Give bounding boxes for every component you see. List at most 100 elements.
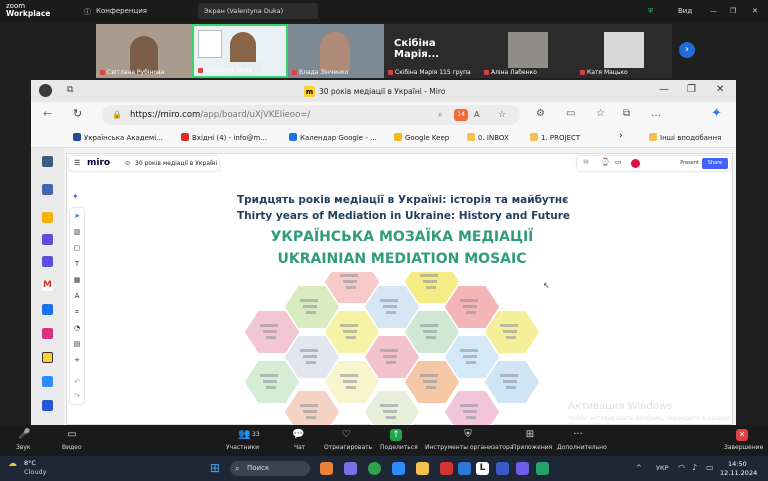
video-tile[interactable]: Аліна Лабенко xyxy=(480,24,576,78)
sidebar-app-icon[interactable] xyxy=(42,304,53,315)
taskbar-app-icon[interactable] xyxy=(440,462,453,475)
view-button[interactable]: Вид xyxy=(678,7,692,15)
frame-tool-icon[interactable]: ▥ xyxy=(73,228,81,236)
bookmark-item[interactable]: Інші вподобання xyxy=(649,133,721,142)
taskbar-search[interactable]: ⌕ Поиск xyxy=(230,461,310,476)
more-icon[interactable]: ··· xyxy=(572,429,584,441)
share-icon[interactable]: ↑ xyxy=(390,429,402,441)
select-tool-icon[interactable]: ➤ xyxy=(73,212,81,220)
start-icon[interactable]: ⊞ xyxy=(210,461,220,475)
more-bookmarks-icon[interactable]: › xyxy=(619,131,623,141)
url-field[interactable]: 🔒 https://miro.com/app/board/uXjVKEIieoo… xyxy=(102,105,520,125)
crop-tool-icon[interactable]: ⌗ xyxy=(73,308,81,316)
share-button[interactable]: Share xyxy=(702,158,728,169)
zoom-app-icon[interactable] xyxy=(42,376,53,387)
sidebar-app-icon[interactable] xyxy=(42,212,53,223)
info-icon[interactable]: ⓘ xyxy=(84,7,91,17)
favorite-icon[interactable]: ☆ xyxy=(498,105,506,125)
video-icon[interactable]: ▭ xyxy=(66,429,78,441)
comment-icon[interactable]: ▤ xyxy=(73,340,81,348)
chat-icon[interactable]: 💬 xyxy=(292,429,304,441)
gmail-icon[interactable]: M xyxy=(42,280,53,291)
video-call-icon[interactable]: ▭ xyxy=(615,158,622,166)
language-indicator[interactable]: УКР xyxy=(656,464,669,472)
split-screen-icon[interactable]: ▭ xyxy=(566,108,575,119)
add-more-icon[interactable]: + xyxy=(73,356,81,364)
video-tile-active[interactable]: Valentyna Duka xyxy=(192,24,288,78)
react-button[interactable]: Отреагировать xyxy=(324,444,372,451)
video-button[interactable]: Видео xyxy=(62,444,82,451)
shapes-icon[interactable]: ◔ xyxy=(73,324,81,332)
more-button[interactable]: Дополнительно xyxy=(557,444,607,451)
reactions-icon[interactable]: ♾ xyxy=(583,158,589,166)
video-tile[interactable]: Скібіна Марія... Скібіна Марія 115 група xyxy=(384,24,480,78)
taskbar-app-icon[interactable] xyxy=(320,462,333,475)
miro-board[interactable]: ☰ miro ⊙ 30 років медіації в Україні ⋮ ♾… xyxy=(66,153,733,432)
minimize-icon[interactable]: — xyxy=(659,84,669,95)
present-button[interactable]: Present xyxy=(680,158,699,169)
screen-share-pill[interactable]: Экран (Valentyna Duka) xyxy=(198,3,318,19)
edge-icon[interactable] xyxy=(458,462,471,475)
maximize-icon[interactable]: ❐ xyxy=(730,7,736,15)
back-icon[interactable]: ← xyxy=(43,107,52,120)
host-tools-icon[interactable]: ⛨ xyxy=(462,429,474,441)
taskbar-app-icon[interactable] xyxy=(344,462,357,475)
bookmark-item[interactable]: Google Keep xyxy=(394,133,449,142)
collections-icon[interactable]: ⧉ xyxy=(623,108,630,119)
menu-icon[interactable]: ☰ xyxy=(74,159,80,167)
battery-icon[interactable]: ▭ xyxy=(706,463,714,472)
bookmark-item[interactable]: Вхідні (4) - info@m... xyxy=(181,133,267,142)
sidebar-app-icon[interactable] xyxy=(42,184,53,195)
board-name[interactable]: 30 років медіації в Україні xyxy=(135,160,217,167)
taskbar-app-icon[interactable] xyxy=(496,462,509,475)
close-icon[interactable]: ✕ xyxy=(716,84,724,95)
sticky-note-icon[interactable]: ▢ xyxy=(73,244,81,252)
browser-tab[interactable]: m 30 років медіації в Україні - Miro xyxy=(304,83,445,100)
sidebar-app-icon[interactable] xyxy=(42,256,53,267)
taskbar-app-icon[interactable]: L xyxy=(476,462,489,475)
minimize-icon[interactable]: — xyxy=(710,7,717,15)
participants-button[interactable]: Участники xyxy=(226,444,259,451)
taskbar-app-icon[interactable] xyxy=(516,462,529,475)
end-icon[interactable]: ✕ xyxy=(736,429,748,441)
share-screen-button[interactable]: Поделиться xyxy=(380,444,418,451)
sidebar-app-icon[interactable] xyxy=(42,234,53,245)
extensions-icon[interactable]: ⚙ xyxy=(536,108,545,119)
favorites-icon[interactable]: ☆ xyxy=(596,108,605,119)
apps-icon[interactable]: ⊞ xyxy=(524,429,536,441)
ai-sparkle-icon[interactable]: ✦ xyxy=(72,192,79,201)
mute-button[interactable]: Звук xyxy=(16,444,31,451)
tray-chevron-icon[interactable]: ^ xyxy=(636,464,642,472)
workspaces-icon[interactable]: ⧉ xyxy=(67,85,73,95)
miro-app-icon[interactable] xyxy=(42,352,53,363)
end-button[interactable]: Завершение xyxy=(724,444,763,451)
undo-icon[interactable]: ↶ xyxy=(73,378,81,386)
chrome-icon[interactable] xyxy=(368,462,381,475)
close-icon[interactable]: ✕ xyxy=(752,7,758,15)
clock-date[interactable]: 12.11.2024 xyxy=(720,469,757,477)
avatar[interactable] xyxy=(631,159,640,168)
menu-icon[interactable]: … xyxy=(651,108,661,119)
bookmark-item[interactable]: Календар Google - ... xyxy=(289,133,377,142)
explorer-icon[interactable] xyxy=(416,462,429,475)
pen-tool-icon[interactable]: A xyxy=(73,292,81,300)
video-tile[interactable]: Світлана Рубінова xyxy=(96,24,192,78)
redo-icon[interactable]: ↷ xyxy=(73,392,81,400)
video-tile[interactable]: Катя Мацько xyxy=(576,24,672,78)
participants-icon[interactable]: 👥 xyxy=(238,429,250,441)
volume-icon[interactable]: ♪ xyxy=(692,463,697,472)
mic-off-icon[interactable]: 🎤 xyxy=(18,429,30,441)
clock-time[interactable]: 14:50 xyxy=(728,460,747,468)
restore-icon[interactable]: ❐ xyxy=(687,84,696,95)
weather-icon[interactable]: ☁ xyxy=(8,459,17,469)
reload-icon[interactable]: ↻ xyxy=(73,107,82,120)
text-tool-icon[interactable]: T xyxy=(73,260,81,268)
zoom-page-icon[interactable]: ⌕ xyxy=(438,105,442,125)
bookmark-item[interactable]: Українська Академі... xyxy=(73,133,163,142)
copilot-icon[interactable]: ✦ xyxy=(711,106,722,121)
video-tile[interactable]: Влада Зінченко xyxy=(288,24,384,78)
chat-button[interactable]: Чат xyxy=(294,444,305,451)
sidebar-app-icon[interactable] xyxy=(42,156,53,167)
bookmark-item[interactable]: 0. INBOX xyxy=(467,133,509,142)
zoom-taskbar-icon[interactable] xyxy=(392,462,405,475)
